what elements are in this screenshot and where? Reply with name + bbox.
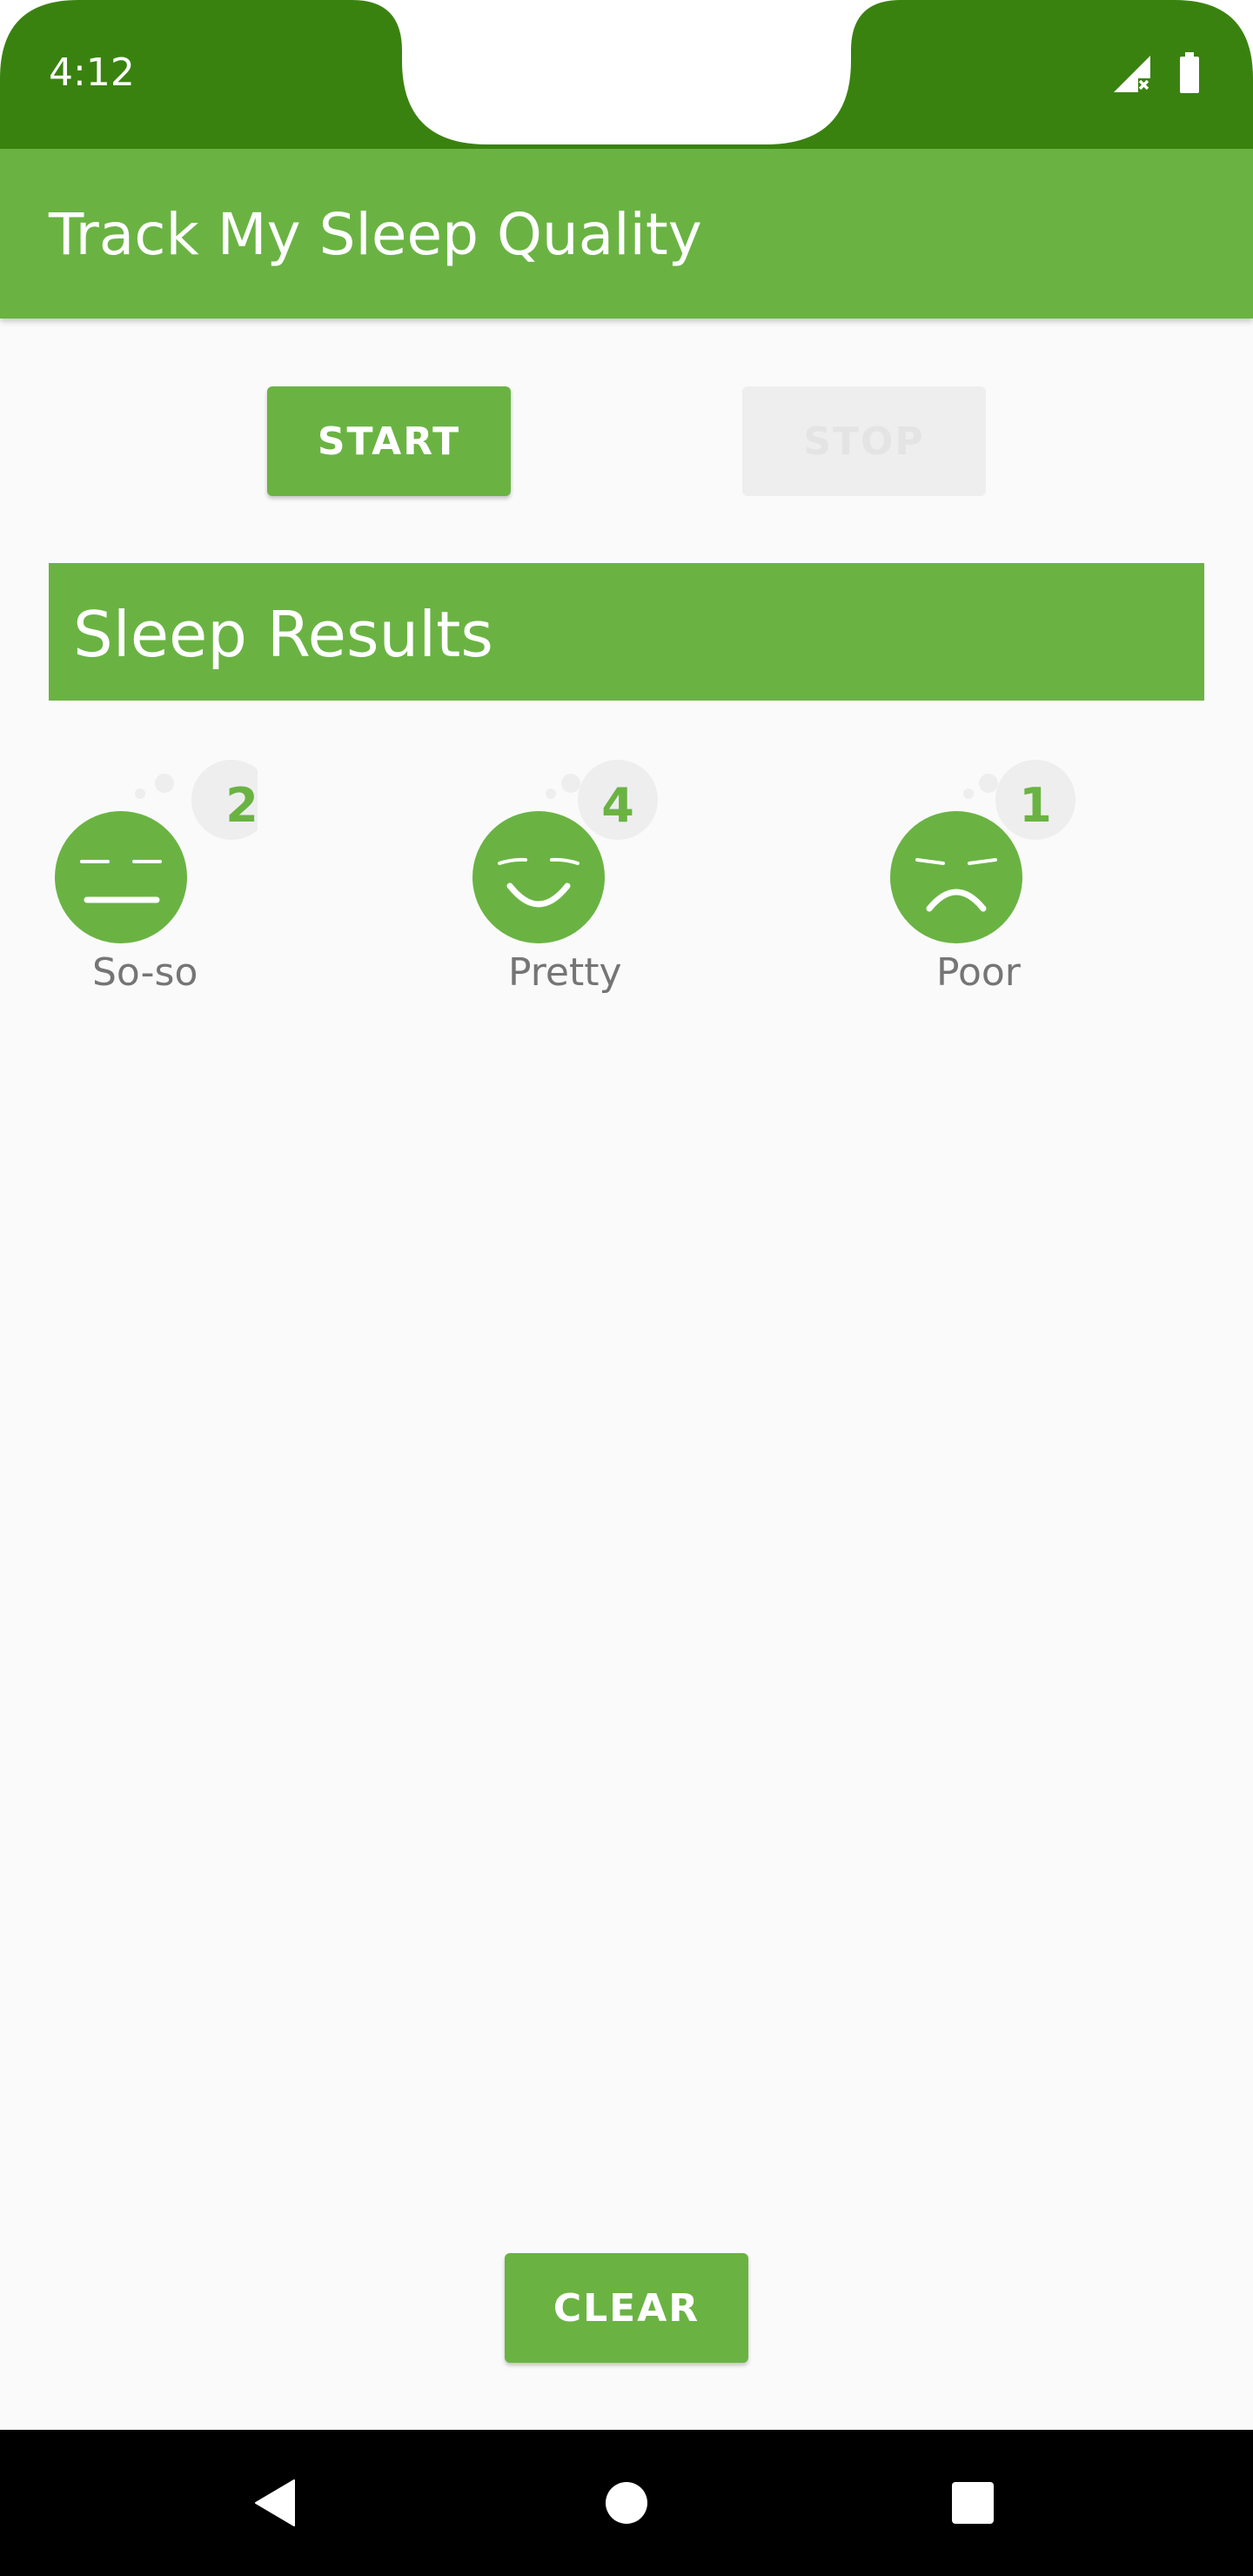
stop-button[interactable]: STOP [742,386,986,496]
sleep-results-grid: 2 So-so 4 Pretty 1 Poor [0,748,1253,1027]
sleep-night-item[interactable]: 1 Poor [884,748,1197,1010]
status-bar-background [0,0,1253,149]
quality-count: 2 [225,778,258,833]
home-icon [606,2482,647,2524]
recents-button[interactable] [900,2430,1046,2576]
signal-no-data-icon [1114,56,1150,92]
quality-label: Poor [936,950,1021,995]
sleep-night-item[interactable]: 2 So-so [49,748,362,1010]
status-icon-group [1114,52,1199,93]
clear-button[interactable]: CLEAR [505,2253,748,2363]
app-screen: 4:12 Track My Sleep Quality START STOP S… [0,0,1253,2576]
system-nav-bar [0,2430,1253,2576]
recents-icon [952,2482,994,2524]
quality-label: Pretty [508,950,622,995]
status-time: 4:12 [49,50,135,95]
sleep-results-header: Sleep Results [49,563,1204,701]
start-button[interactable]: START [267,386,511,496]
quality-count: 4 [601,778,634,833]
battery-icon [1180,52,1199,93]
back-icon [255,2479,295,2526]
sleep-night-item[interactable]: 4 Pretty [466,748,780,1010]
app-bar: Track My Sleep Quality [0,149,1253,319]
app-title: Track My Sleep Quality [49,201,702,268]
back-button[interactable] [202,2430,348,2576]
quality-label: So-so [92,950,198,995]
sleep-results-title: Sleep Results [73,598,493,671]
quality-count: 1 [1019,778,1052,833]
status-icons [1112,52,1208,96]
home-button[interactable] [553,2430,700,2576]
status-bar: 4:12 [0,0,1253,149]
